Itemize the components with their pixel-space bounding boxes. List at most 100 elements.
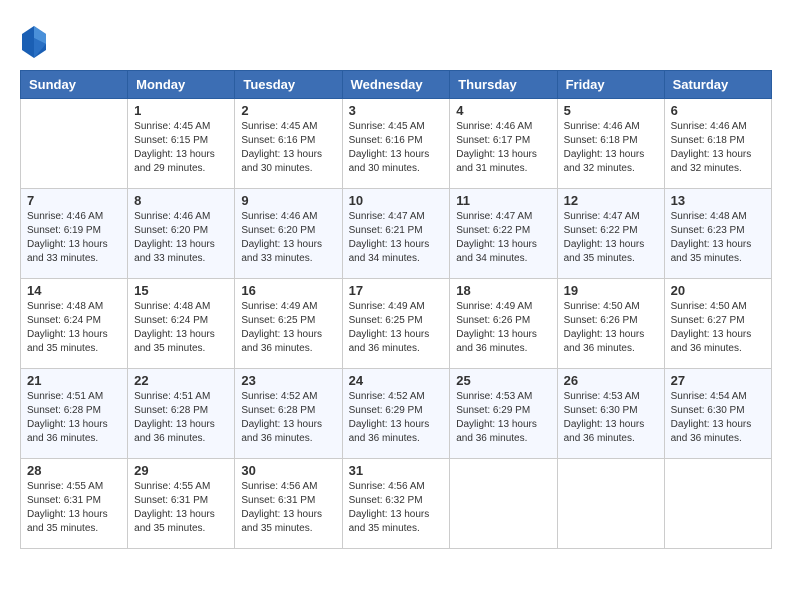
day-number: 29 xyxy=(134,463,228,478)
day-number: 6 xyxy=(671,103,765,118)
day-number: 11 xyxy=(456,193,550,208)
calendar-cell: 15 Sunrise: 4:48 AM Sunset: 6:24 PM Dayli… xyxy=(128,279,235,369)
day-info: Sunrise: 4:53 AM Sunset: 6:29 PM Dayligh… xyxy=(456,390,550,446)
calendar-cell: 27 Sunrise: 4:54 AM Sunset: 6:30 PM Dayli… xyxy=(664,369,771,459)
day-number: 12 xyxy=(564,193,658,208)
day-info: Sunrise: 4:56 AM Sunset: 6:32 PM Dayligh… xyxy=(349,480,444,536)
day-info: Sunrise: 4:51 AM Sunset: 6:28 PM Dayligh… xyxy=(27,390,121,446)
day-number: 1 xyxy=(134,103,228,118)
calendar-week-row: 28 Sunrise: 4:55 AM Sunset: 6:31 PM Dayli… xyxy=(21,459,772,549)
day-info: Sunrise: 4:50 AM Sunset: 6:26 PM Dayligh… xyxy=(564,300,658,356)
calendar-cell: 26Sunrise: 4:53 AM Sunset: 6:30 PM Dayli… xyxy=(557,369,664,459)
day-info: Sunrise: 4:53 AM Sunset: 6:30 PM Dayligh… xyxy=(564,390,658,446)
calendar-cell: 6Sunrise: 4:46 AM Sunset: 6:18 PM Daylig… xyxy=(664,99,771,189)
day-info: Sunrise: 4:51 AM Sunset: 6:28 PM Dayligh… xyxy=(134,390,228,446)
logo-icon xyxy=(20,24,48,60)
calendar-cell: 8Sunrise: 4:46 AM Sunset: 6:20 PM Daylig… xyxy=(128,189,235,279)
calendar-cell: 28 Sunrise: 4:55 AM Sunset: 6:31 PM Dayli… xyxy=(21,459,128,549)
calendar-cell: 10 Sunrise: 4:47 AM Sunset: 6:21 PM Dayli… xyxy=(342,189,450,279)
day-info: Sunrise: 4:46 AM Sunset: 6:20 PM Dayligh… xyxy=(134,210,228,266)
day-number: 25 xyxy=(456,373,550,388)
calendar-cell: 20 Sunrise: 4:50 AM Sunset: 6:27 PM Dayli… xyxy=(664,279,771,369)
day-header-tuesday: Tuesday xyxy=(235,71,342,99)
day-number: 17 xyxy=(349,283,444,298)
calendar-cell xyxy=(557,459,664,549)
calendar-week-row: 14Sunrise: 4:48 AM Sunset: 6:24 PM Dayli… xyxy=(21,279,772,369)
day-number: 22 xyxy=(134,373,228,388)
day-number: 5 xyxy=(564,103,658,118)
day-info: Sunrise: 4:50 AM Sunset: 6:27 PM Dayligh… xyxy=(671,300,765,356)
day-info: Sunrise: 4:52 AM Sunset: 6:29 PM Dayligh… xyxy=(349,390,444,446)
day-number: 9 xyxy=(241,193,335,208)
calendar-cell: 30 Sunrise: 4:56 AM Sunset: 6:31 PM Dayli… xyxy=(235,459,342,549)
day-number: 28 xyxy=(27,463,121,478)
day-info: Sunrise: 4:46 AM Sunset: 6:17 PM Dayligh… xyxy=(456,120,550,176)
day-number: 15 xyxy=(134,283,228,298)
calendar-cell: 13 Sunrise: 4:48 AM Sunset: 6:23 PM Dayli… xyxy=(664,189,771,279)
calendar-cell: 23 Sunrise: 4:52 AM Sunset: 6:28 PM Dayli… xyxy=(235,369,342,459)
calendar-cell: 9 Sunrise: 4:46 AM Sunset: 6:20 PM Daylig… xyxy=(235,189,342,279)
calendar-cell xyxy=(664,459,771,549)
logo xyxy=(20,24,48,60)
calendar-cell: 29 Sunrise: 4:55 AM Sunset: 6:31 PM Dayli… xyxy=(128,459,235,549)
day-number: 23 xyxy=(241,373,335,388)
calendar-cell: 12 Sunrise: 4:47 AM Sunset: 6:22 PM Dayli… xyxy=(557,189,664,279)
day-info: Sunrise: 4:48 AM Sunset: 6:24 PM Dayligh… xyxy=(27,300,121,356)
calendar-cell: 5 Sunrise: 4:46 AM Sunset: 6:18 PM Daylig… xyxy=(557,99,664,189)
calendar-cell: 1 Sunrise: 4:45 AM Sunset: 6:15 PM Daylig… xyxy=(128,99,235,189)
day-number: 19 xyxy=(564,283,658,298)
day-info: Sunrise: 4:56 AM Sunset: 6:31 PM Dayligh… xyxy=(241,480,335,536)
calendar-cell: 21 Sunrise: 4:51 AM Sunset: 6:28 PM Dayli… xyxy=(21,369,128,459)
day-info: Sunrise: 4:54 AM Sunset: 6:30 PM Dayligh… xyxy=(671,390,765,446)
calendar-cell: 3Sunrise: 4:45 AM Sunset: 6:16 PM Daylig… xyxy=(342,99,450,189)
day-number: 31 xyxy=(349,463,444,478)
day-header-wednesday: Wednesday xyxy=(342,71,450,99)
day-number: 3 xyxy=(349,103,444,118)
calendar-cell xyxy=(21,99,128,189)
calendar-cell: 14Sunrise: 4:48 AM Sunset: 6:24 PM Dayli… xyxy=(21,279,128,369)
day-number: 24 xyxy=(349,373,444,388)
day-info: Sunrise: 4:49 AM Sunset: 6:25 PM Dayligh… xyxy=(349,300,444,356)
day-info: Sunrise: 4:52 AM Sunset: 6:28 PM Dayligh… xyxy=(241,390,335,446)
page-header xyxy=(20,20,772,60)
day-number: 10 xyxy=(349,193,444,208)
calendar-week-row: 21 Sunrise: 4:51 AM Sunset: 6:28 PM Dayli… xyxy=(21,369,772,459)
day-info: Sunrise: 4:55 AM Sunset: 6:31 PM Dayligh… xyxy=(134,480,228,536)
day-info: Sunrise: 4:55 AM Sunset: 6:31 PM Dayligh… xyxy=(27,480,121,536)
day-info: Sunrise: 4:48 AM Sunset: 6:24 PM Dayligh… xyxy=(134,300,228,356)
calendar-cell: 16 Sunrise: 4:49 AM Sunset: 6:25 PM Dayli… xyxy=(235,279,342,369)
day-info: Sunrise: 4:45 AM Sunset: 6:15 PM Dayligh… xyxy=(134,120,228,176)
calendar-cell xyxy=(450,459,557,549)
calendar-cell: 17 Sunrise: 4:49 AM Sunset: 6:25 PM Dayli… xyxy=(342,279,450,369)
day-number: 27 xyxy=(671,373,765,388)
calendar-week-row: 7Sunrise: 4:46 AM Sunset: 6:19 PM Daylig… xyxy=(21,189,772,279)
day-number: 21 xyxy=(27,373,121,388)
calendar-cell: 31 Sunrise: 4:56 AM Sunset: 6:32 PM Dayli… xyxy=(342,459,450,549)
calendar-cell: 22 Sunrise: 4:51 AM Sunset: 6:28 PM Dayli… xyxy=(128,369,235,459)
day-number: 20 xyxy=(671,283,765,298)
calendar-cell: 7Sunrise: 4:46 AM Sunset: 6:19 PM Daylig… xyxy=(21,189,128,279)
day-info: Sunrise: 4:48 AM Sunset: 6:23 PM Dayligh… xyxy=(671,210,765,266)
day-number: 4 xyxy=(456,103,550,118)
day-number: 13 xyxy=(671,193,765,208)
day-header-saturday: Saturday xyxy=(664,71,771,99)
day-number: 2 xyxy=(241,103,335,118)
day-number: 16 xyxy=(241,283,335,298)
day-info: Sunrise: 4:47 AM Sunset: 6:22 PM Dayligh… xyxy=(564,210,658,266)
day-info: Sunrise: 4:46 AM Sunset: 6:18 PM Dayligh… xyxy=(564,120,658,176)
day-info: Sunrise: 4:49 AM Sunset: 6:25 PM Dayligh… xyxy=(241,300,335,356)
day-info: Sunrise: 4:45 AM Sunset: 6:16 PM Dayligh… xyxy=(241,120,335,176)
calendar-cell: 25 Sunrise: 4:53 AM Sunset: 6:29 PM Dayli… xyxy=(450,369,557,459)
day-number: 7 xyxy=(27,193,121,208)
calendar-cell: 24 Sunrise: 4:52 AM Sunset: 6:29 PM Dayli… xyxy=(342,369,450,459)
calendar-table: SundayMondayTuesdayWednesdayThursdayFrid… xyxy=(20,70,772,549)
day-header-sunday: Sunday xyxy=(21,71,128,99)
day-info: Sunrise: 4:47 AM Sunset: 6:21 PM Dayligh… xyxy=(349,210,444,266)
day-info: Sunrise: 4:47 AM Sunset: 6:22 PM Dayligh… xyxy=(456,210,550,266)
calendar-cell: 19 Sunrise: 4:50 AM Sunset: 6:26 PM Dayli… xyxy=(557,279,664,369)
day-header-friday: Friday xyxy=(557,71,664,99)
day-number: 30 xyxy=(241,463,335,478)
calendar-cell: 18Sunrise: 4:49 AM Sunset: 6:26 PM Dayli… xyxy=(450,279,557,369)
calendar-cell: 11 Sunrise: 4:47 AM Sunset: 6:22 PM Dayli… xyxy=(450,189,557,279)
day-info: Sunrise: 4:46 AM Sunset: 6:20 PM Dayligh… xyxy=(241,210,335,266)
